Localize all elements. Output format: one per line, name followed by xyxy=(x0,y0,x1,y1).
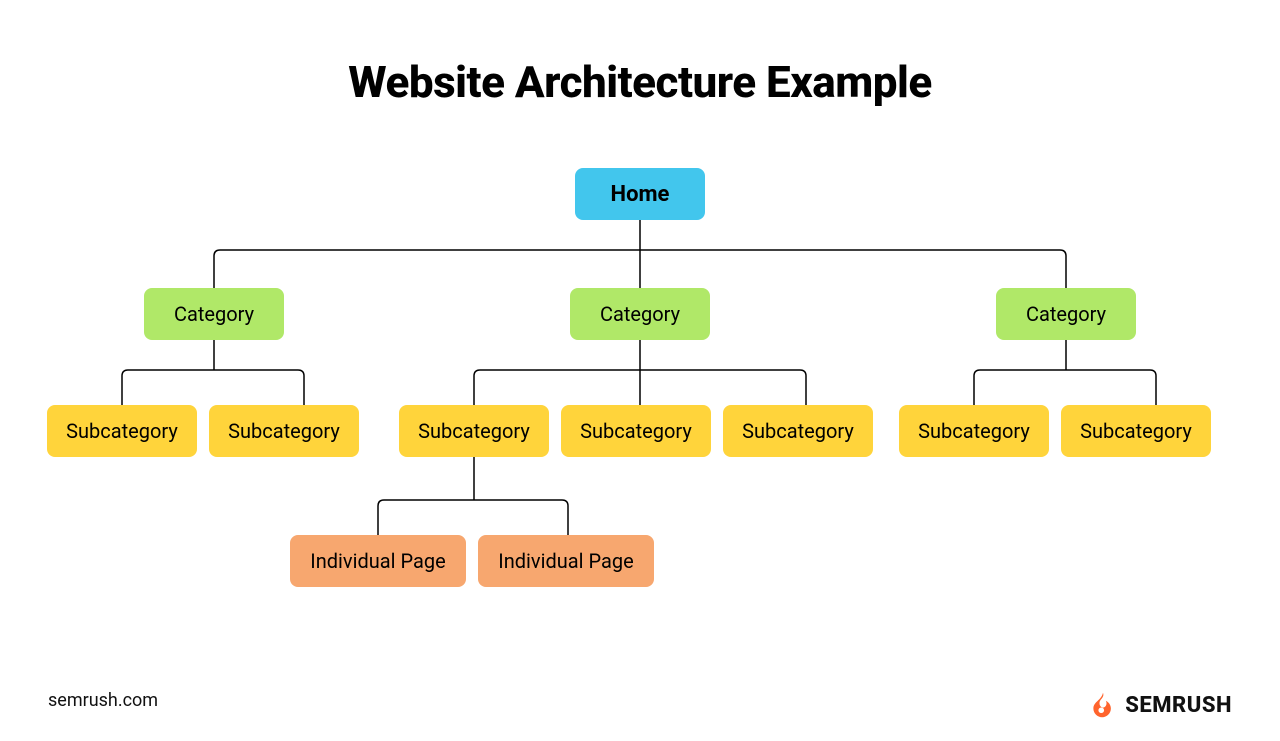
brand-logo: SEMRUSH xyxy=(1089,691,1232,719)
node-subcategory-3a: Subcategory xyxy=(899,405,1049,457)
node-category-3: Category xyxy=(996,288,1136,340)
node-home: Home xyxy=(575,168,705,220)
node-category-1: Category xyxy=(144,288,284,340)
fire-icon xyxy=(1089,691,1117,719)
node-subcategory-3b: Subcategory xyxy=(1061,405,1211,457)
connector-lines xyxy=(0,0,1280,741)
node-subcategory-1a: Subcategory xyxy=(47,405,197,457)
node-individual-page-1: Individual Page xyxy=(290,535,466,587)
diagram-title: Website Architecture Example xyxy=(0,56,1280,108)
node-subcategory-2b: Subcategory xyxy=(561,405,711,457)
node-individual-page-2: Individual Page xyxy=(478,535,654,587)
footer-url: semrush.com xyxy=(48,690,158,711)
node-subcategory-1b: Subcategory xyxy=(209,405,359,457)
node-subcategory-2c: Subcategory xyxy=(723,405,873,457)
node-subcategory-2a: Subcategory xyxy=(399,405,549,457)
node-category-2: Category xyxy=(570,288,710,340)
brand-text: SEMRUSH xyxy=(1125,693,1232,718)
